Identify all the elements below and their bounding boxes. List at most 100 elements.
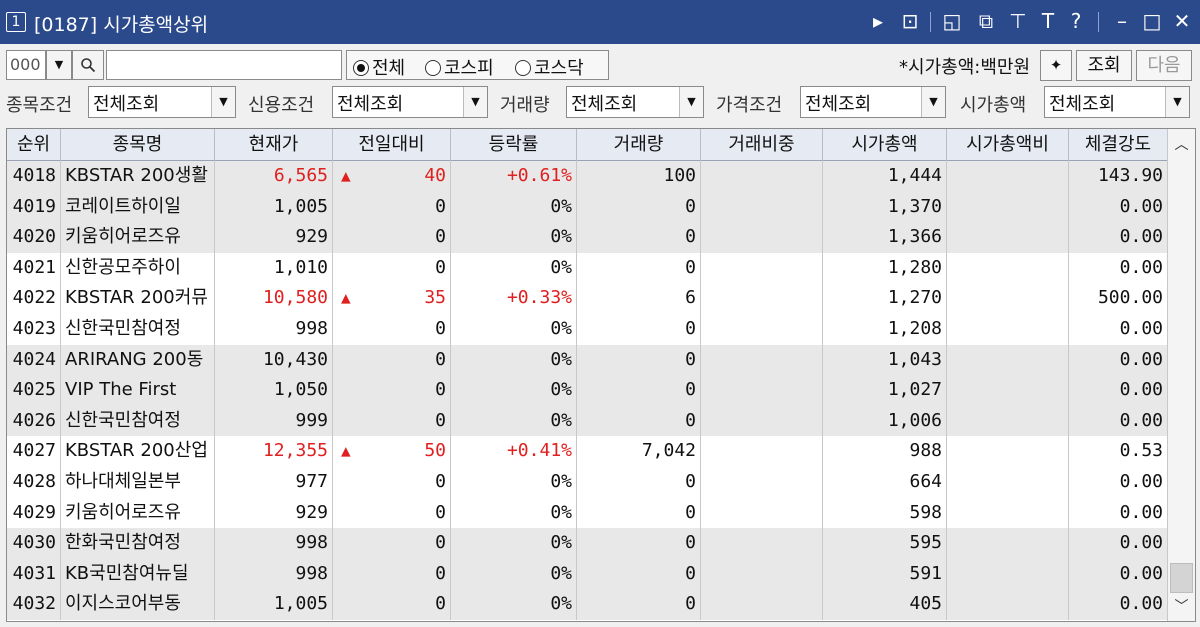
cell-text: 0.00 bbox=[1119, 409, 1163, 431]
cell-name[interactable]: VIP The First bbox=[61, 375, 215, 406]
layout-icon[interactable]: ◱ bbox=[940, 9, 964, 33]
table-row[interactable]: 4022 KBSTAR 200커뮤 10,580 35 ▲ +0.33% 6 1,270 500… bbox=[7, 283, 1167, 314]
table-row[interactable]: 4027 KBSTAR 200산업 12,355 50 ▲ +0.41% 7,042 988 0… bbox=[7, 436, 1167, 467]
next-button[interactable]: 다음 bbox=[1136, 50, 1192, 81]
cell-name[interactable]: 하나대체일본부 bbox=[61, 466, 215, 498]
cell-price: 929 bbox=[215, 222, 333, 253]
stock-name-input[interactable] bbox=[106, 50, 342, 80]
filter-label-price: 가격조건 bbox=[716, 95, 783, 116]
cell-name[interactable]: 신한공모주하이 bbox=[61, 252, 215, 284]
column-header-rate[interactable]: 등락률 bbox=[451, 129, 577, 161]
radio-market-kosdaq[interactable]: 코스닥 bbox=[515, 54, 584, 80]
cell-name[interactable]: KBSTAR 200생활 bbox=[61, 161, 215, 192]
cell-name[interactable]: 한화국민참여정 bbox=[61, 528, 215, 559]
cell-change: 0 bbox=[333, 497, 451, 529]
column-header-price[interactable]: 현재가 bbox=[215, 129, 333, 161]
cell-name[interactable]: KB국민참여뉴딜 bbox=[61, 558, 215, 590]
cell-text: 1,366 bbox=[887, 226, 942, 248]
cell-text: 591 bbox=[909, 562, 942, 584]
filter-select-market-cap[interactable]: 전체조회 ▼ bbox=[1044, 86, 1190, 118]
table-row[interactable]: 4026 신한국민참여정 999 0 0% 0 1,006 0.00 bbox=[7, 405, 1167, 437]
cell-text: 0 bbox=[435, 409, 446, 431]
search-button[interactable] bbox=[72, 50, 104, 80]
memo-icon[interactable]: ⊡ bbox=[898, 9, 922, 33]
cell-volume-share bbox=[701, 466, 823, 498]
radio-dot bbox=[353, 60, 369, 76]
window-number-badge[interactable]: 1 bbox=[6, 12, 26, 32]
radio-market-kospi[interactable]: 코스피 bbox=[425, 54, 494, 80]
table-row[interactable]: 4024 ARIRANG 200동 10,430 0 0% 0 1,043 0.00 bbox=[7, 344, 1167, 376]
cell-volume: 0 bbox=[577, 375, 701, 406]
cell-text: 4021 bbox=[12, 256, 56, 278]
copy-window-icon[interactable]: ⧉ bbox=[974, 9, 998, 33]
radio-market-all[interactable]: 전체 bbox=[353, 54, 405, 80]
scroll-thumb[interactable] bbox=[1170, 563, 1193, 593]
table-row[interactable]: 4025 VIP The First 1,050 0 0% 0 1,027 0.00 bbox=[7, 375, 1167, 406]
cell-name[interactable]: ARIRANG 200동 bbox=[61, 344, 215, 376]
filter-select-volume[interactable]: 전체조회 ▼ bbox=[566, 86, 704, 118]
code-dropdown-button[interactable]: ▼ bbox=[46, 50, 72, 80]
market-radio-group: 전체 코스피 코스닥 bbox=[346, 50, 609, 80]
table-row[interactable]: 4028 하나대체일본부 977 0 0% 0 664 0.00 bbox=[7, 466, 1167, 498]
cell-text: 0.00 bbox=[1119, 593, 1163, 615]
cell-text: 0 bbox=[435, 317, 446, 339]
close-icon[interactable]: ✕ bbox=[1170, 9, 1194, 33]
pin-settings-button[interactable]: ✦ bbox=[1040, 50, 1072, 81]
maximize-icon[interactable]: □ bbox=[1140, 9, 1164, 33]
cell-strength: 500.00 bbox=[1069, 283, 1167, 314]
column-header-strength[interactable]: 체결강도 bbox=[1069, 129, 1167, 161]
play-icon[interactable]: ▸ bbox=[866, 9, 890, 33]
cell-text: 0 bbox=[685, 593, 696, 615]
filter-label-market-cap: 시가총액 bbox=[960, 95, 1027, 116]
table-row[interactable]: 4018 KBSTAR 200생활 6,565 40 ▲ +0.61% 100 1,444 14… bbox=[7, 161, 1167, 192]
cell-change: 35 ▲ bbox=[333, 283, 451, 314]
cell-name[interactable]: 신한국민참여정 bbox=[61, 405, 215, 437]
cell-name[interactable]: KBSTAR 200커뮤 bbox=[61, 283, 215, 314]
cell-text: 6 bbox=[685, 287, 696, 309]
chevron-down-icon: ▼ bbox=[211, 87, 235, 117]
cell-name[interactable]: 신한국민참여정 bbox=[61, 313, 215, 345]
column-header-name[interactable]: 종목명 bbox=[61, 129, 215, 161]
filter-select-price[interactable]: 전체조회 ▼ bbox=[800, 86, 946, 118]
minimize-icon[interactable]: – bbox=[1110, 9, 1134, 33]
column-header-rank[interactable]: 순위 bbox=[7, 129, 61, 161]
query-button[interactable]: 조회 bbox=[1076, 50, 1132, 81]
scroll-down-button[interactable]: ﹀ bbox=[1168, 593, 1195, 621]
code-input[interactable]: 000 bbox=[6, 50, 46, 80]
cell-name[interactable]: 키움히어로즈유 bbox=[61, 222, 215, 253]
column-header-market-cap-ratio[interactable]: 시가총액비 bbox=[947, 129, 1069, 161]
column-header-volume[interactable]: 거래량 bbox=[577, 129, 701, 161]
filter-select-credit[interactable]: 전체조회 ▼ bbox=[332, 86, 488, 118]
cell-market-cap-ratio bbox=[947, 252, 1069, 284]
column-header-change[interactable]: 전일대비 bbox=[333, 129, 451, 161]
filter-select-stock[interactable]: 전체조회 ▼ bbox=[88, 86, 236, 118]
table-row[interactable]: 4032 이지스코어부동 1,005 0 0% 0 405 0.00 bbox=[7, 589, 1167, 620]
cell-text: 신한공모주하이 bbox=[65, 256, 181, 278]
cell-price: 977 bbox=[215, 466, 333, 498]
font-icon[interactable]: T bbox=[1036, 9, 1060, 33]
table-row[interactable]: 4020 키움히어로즈유 929 0 0% 0 1,366 0.00 bbox=[7, 222, 1167, 253]
cell-rate: 0% bbox=[451, 528, 577, 559]
cell-change: 0 bbox=[333, 558, 451, 590]
cell-name[interactable]: 키움히어로즈유 bbox=[61, 497, 215, 529]
radio-dot bbox=[425, 60, 441, 76]
column-header-volume-share[interactable]: 거래비중 bbox=[701, 129, 823, 161]
vertical-scrollbar[interactable]: ︿ ﹀ bbox=[1167, 129, 1195, 621]
help-icon[interactable]: ? bbox=[1064, 9, 1088, 33]
cell-market-cap: 1,366 bbox=[823, 222, 947, 253]
cell-price: 1,005 bbox=[215, 589, 333, 620]
table-row[interactable]: 4029 키움히어로즈유 929 0 0% 0 598 0.00 bbox=[7, 497, 1167, 529]
table-row[interactable]: 4021 신한공모주하이 1,010 0 0% 0 1,280 0.00 bbox=[7, 252, 1167, 284]
table-row[interactable]: 4030 한화국민참여정 998 0 0% 0 595 0.00 bbox=[7, 528, 1167, 559]
cell-strength: 0.00 bbox=[1069, 498, 1167, 529]
cell-name[interactable]: KBSTAR 200산업 bbox=[61, 436, 215, 467]
scroll-up-button[interactable]: ︿ bbox=[1168, 131, 1195, 159]
table-row[interactable]: 4019 코레이트하이일 1,005 0 0% 0 1,370 0.00 bbox=[7, 191, 1167, 223]
table-row[interactable]: 4031 KB국민참여뉴딜 998 0 0% 0 591 0.00 bbox=[7, 558, 1167, 590]
column-header-market-cap[interactable]: 시가총액 bbox=[823, 129, 947, 161]
cell-name[interactable]: 이지스코어부동 bbox=[61, 589, 215, 620]
table-row[interactable]: 4023 신한국민참여정 998 0 0% 0 1,208 0.00 bbox=[7, 313, 1167, 345]
pin-icon[interactable]: ⊤ bbox=[1006, 9, 1030, 33]
cell-name[interactable]: 코레이트하이일 bbox=[61, 191, 215, 223]
chevron-down-icon: ▼ bbox=[679, 87, 703, 117]
